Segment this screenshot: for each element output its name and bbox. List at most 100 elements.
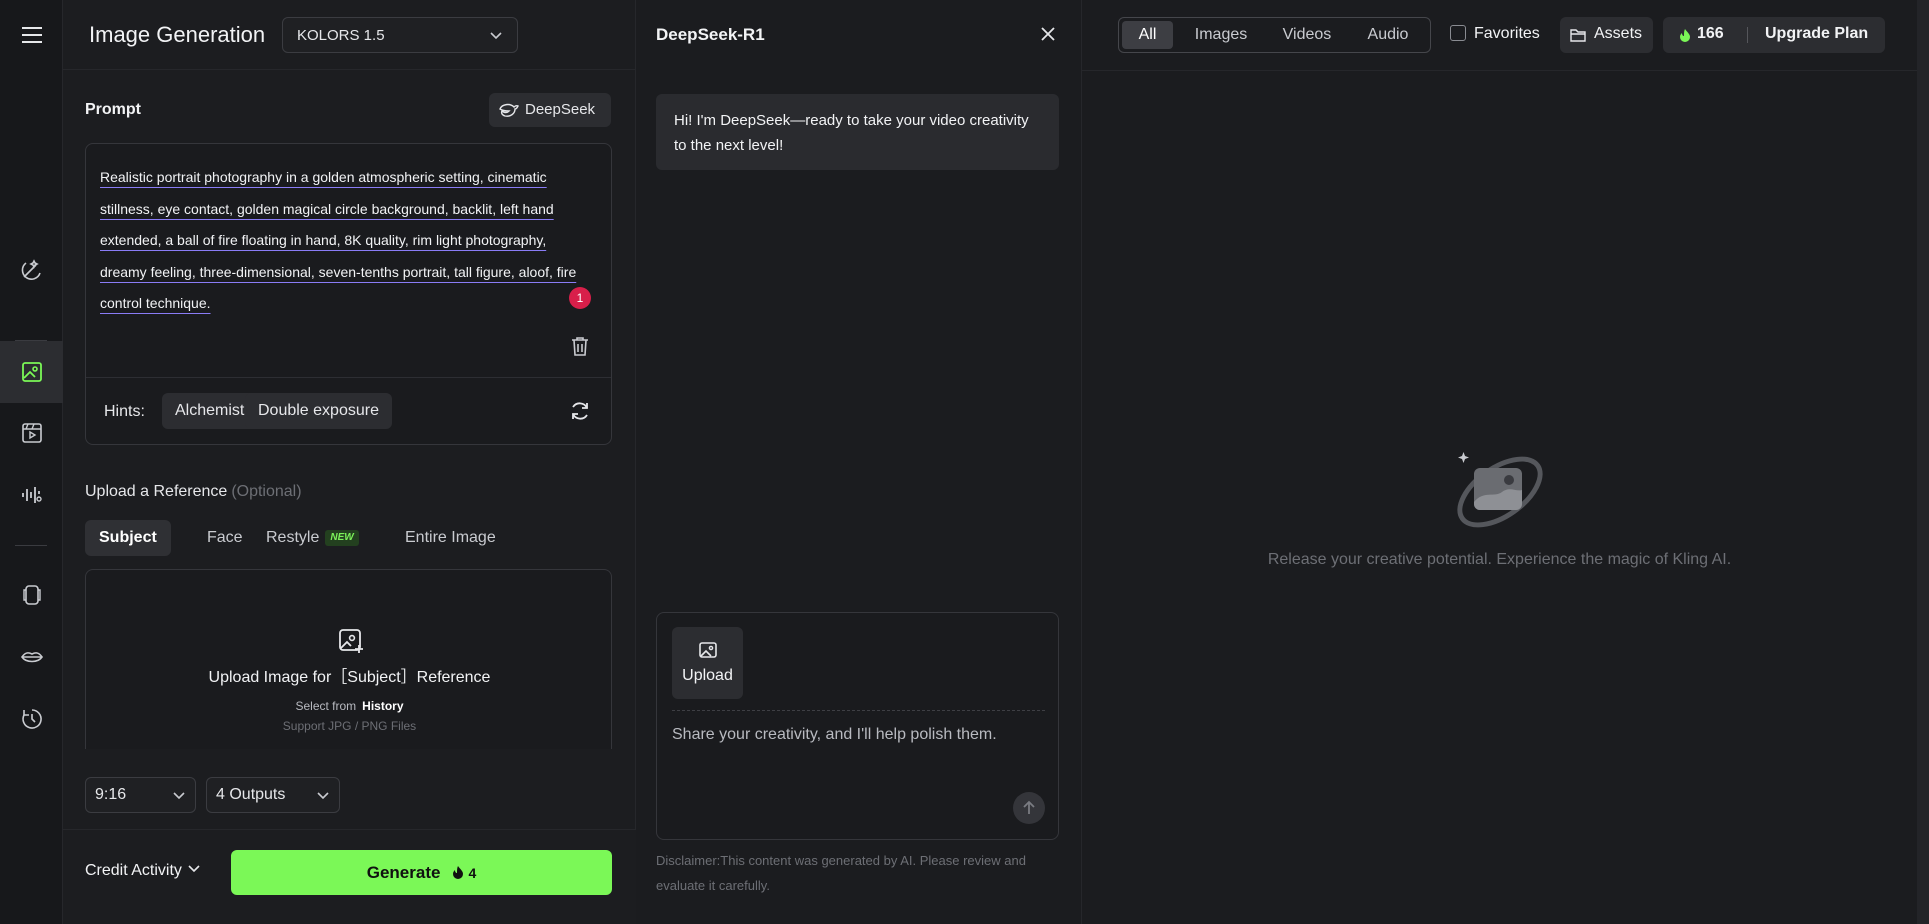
favorites-toggle[interactable]: Favorites bbox=[1450, 25, 1540, 43]
filter-audio[interactable]: Audio bbox=[1353, 21, 1423, 49]
input-divider bbox=[672, 710, 1045, 711]
nav-lip-sync[interactable] bbox=[0, 626, 63, 688]
generation-footer: Credit Activity Generate 4 bbox=[63, 829, 636, 924]
menu-icon bbox=[21, 27, 42, 43]
tab-entire-image[interactable]: Entire Image bbox=[391, 520, 510, 556]
nav-ai-edit[interactable] bbox=[0, 240, 63, 302]
media-filter: All Images Videos Audio bbox=[1118, 17, 1431, 53]
nav-video[interactable] bbox=[0, 402, 63, 464]
model-value: KOLORS 1.5 bbox=[297, 27, 385, 44]
credit-activity-label: Credit Activity bbox=[85, 862, 182, 879]
audio-icon bbox=[21, 487, 42, 503]
chevron-down-icon bbox=[317, 792, 329, 800]
favorites-checkbox[interactable] bbox=[1450, 25, 1466, 41]
assistant-message: Hi! I'm DeepSeek—ready to take your vide… bbox=[656, 94, 1059, 170]
prompt-text[interactable]: Realistic portrait photography in a gold… bbox=[100, 162, 590, 320]
outputs-select[interactable]: 4 Outputs bbox=[206, 777, 340, 813]
chat-input-box[interactable]: Upload Share your creativity, and I'll h… bbox=[656, 612, 1059, 840]
ai-disclaimer: Disclaimer:This content was generated by… bbox=[656, 853, 1026, 893]
image-icon bbox=[699, 642, 717, 658]
filter-images[interactable]: Images bbox=[1181, 21, 1261, 49]
nav-character[interactable] bbox=[0, 564, 63, 626]
nav-audio[interactable] bbox=[0, 464, 63, 526]
aspect-ratio-value: 9:16 bbox=[95, 786, 127, 803]
hints-label: Hints: bbox=[104, 403, 145, 420]
history-link[interactable]: History bbox=[362, 699, 403, 713]
generate-button[interactable]: Generate 4 bbox=[231, 850, 612, 895]
reference-upload-area[interactable]: Upload Image for［Subject］Reference Selec… bbox=[85, 569, 612, 749]
image-upload-icon bbox=[339, 629, 363, 653]
tab-restyle-label: Restyle bbox=[266, 529, 320, 546]
history-icon bbox=[21, 709, 42, 729]
deepseek-button[interactable]: DeepSeek bbox=[489, 93, 611, 127]
page-title: Image Generation bbox=[89, 22, 266, 47]
chevron-down-icon bbox=[490, 32, 502, 40]
refresh-icon[interactable] bbox=[569, 400, 591, 422]
filter-videos[interactable]: Videos bbox=[1269, 21, 1345, 49]
upgrade-plan-button[interactable]: Upgrade Plan bbox=[1765, 25, 1868, 43]
nav-image[interactable] bbox=[0, 341, 63, 403]
video-icon bbox=[21, 423, 42, 443]
reference-heading: Upload a Reference (Optional) bbox=[85, 483, 302, 501]
chat-input-placeholder[interactable]: Share your creativity, and I'll help pol… bbox=[672, 726, 997, 744]
deepseek-chat-panel: DeepSeek-R1 Hi! I'm DeepSeek—ready to ta… bbox=[636, 0, 1082, 924]
prompt-textarea[interactable]: Realistic portrait photography in a gold… bbox=[85, 143, 612, 445]
tab-face[interactable]: Face bbox=[193, 520, 257, 556]
image-generation-panel: Image Generation KOLORS 1.5 Prompt DeepS… bbox=[63, 0, 636, 924]
favorites-label: Favorites bbox=[1474, 25, 1540, 42]
upload-label: Upload bbox=[682, 667, 733, 684]
generate-cost: 4 bbox=[468, 865, 477, 881]
assets-label: Assets bbox=[1594, 25, 1643, 42]
assets-button[interactable]: Assets bbox=[1560, 17, 1653, 53]
outputs-value: 4 Outputs bbox=[216, 786, 286, 803]
character-icon bbox=[22, 585, 41, 605]
page-scrollbar[interactable] bbox=[1917, 0, 1929, 924]
chevron-down-icon bbox=[173, 792, 185, 800]
model-select[interactable]: KOLORS 1.5 bbox=[282, 17, 518, 53]
deepseek-whale-icon bbox=[499, 103, 519, 117]
select-from-label: Select from bbox=[295, 699, 357, 713]
generate-label: Generate bbox=[366, 863, 441, 882]
credit-balance[interactable]: 166 bbox=[1697, 25, 1724, 43]
gallery-topbar: All Images Videos Audio Favorites Assets… bbox=[1082, 0, 1917, 71]
aspect-ratio-select[interactable]: 9:16 bbox=[85, 777, 196, 813]
gallery-area: All Images Videos Audio Favorites Assets… bbox=[1082, 0, 1917, 924]
hint-chip-double-exposure[interactable]: Double exposure bbox=[245, 393, 392, 429]
lips-icon bbox=[20, 652, 43, 663]
folder-icon bbox=[1570, 29, 1586, 42]
arrow-up-icon bbox=[1023, 800, 1035, 814]
chevron-down-icon bbox=[188, 865, 200, 873]
flame-icon bbox=[1680, 29, 1690, 42]
rail-divider bbox=[15, 545, 47, 546]
nav-history[interactable] bbox=[0, 688, 63, 750]
reference-label: Upload a Reference bbox=[85, 483, 228, 500]
sparkle-edit-icon bbox=[21, 259, 41, 280]
trash-icon[interactable] bbox=[569, 335, 591, 357]
chat-title: DeepSeek-R1 bbox=[656, 25, 765, 44]
credits-and-upgrade: 166 Upgrade Plan bbox=[1663, 17, 1885, 53]
prompt-divider bbox=[86, 377, 611, 378]
menu-button[interactable] bbox=[0, 4, 63, 66]
close-icon[interactable] bbox=[1040, 26, 1056, 42]
prompt-label: Prompt bbox=[85, 101, 141, 118]
credit-activity-button[interactable]: Credit Activity bbox=[85, 862, 200, 880]
filter-all[interactable]: All bbox=[1122, 21, 1173, 49]
send-button[interactable] bbox=[1013, 792, 1045, 824]
empty-state-message: Release your creative potential. Experie… bbox=[1267, 551, 1732, 568]
deepseek-label: DeepSeek bbox=[525, 101, 596, 118]
support-text: Support JPG / PNG Files bbox=[282, 719, 417, 733]
chat-upload-button[interactable]: Upload bbox=[672, 627, 743, 699]
hint-chip-alchemist[interactable]: Alchemist bbox=[162, 393, 258, 429]
tab-restyle[interactable]: Restyle NEW bbox=[252, 520, 373, 556]
empty-gallery-illustration-icon bbox=[1457, 452, 1543, 528]
generation-header: Image Generation KOLORS 1.5 bbox=[63, 0, 636, 70]
reference-optional: (Optional) bbox=[231, 483, 302, 500]
tab-subject[interactable]: Subject bbox=[85, 520, 171, 556]
image-icon bbox=[21, 362, 42, 382]
issue-count-badge[interactable]: 1 bbox=[569, 287, 591, 309]
left-nav-rail bbox=[0, 0, 63, 924]
flame-icon bbox=[453, 866, 464, 879]
pill-divider bbox=[1747, 27, 1748, 43]
new-badge: NEW bbox=[325, 530, 359, 546]
upload-title: Upload Image for［Subject］Reference bbox=[208, 669, 491, 686]
